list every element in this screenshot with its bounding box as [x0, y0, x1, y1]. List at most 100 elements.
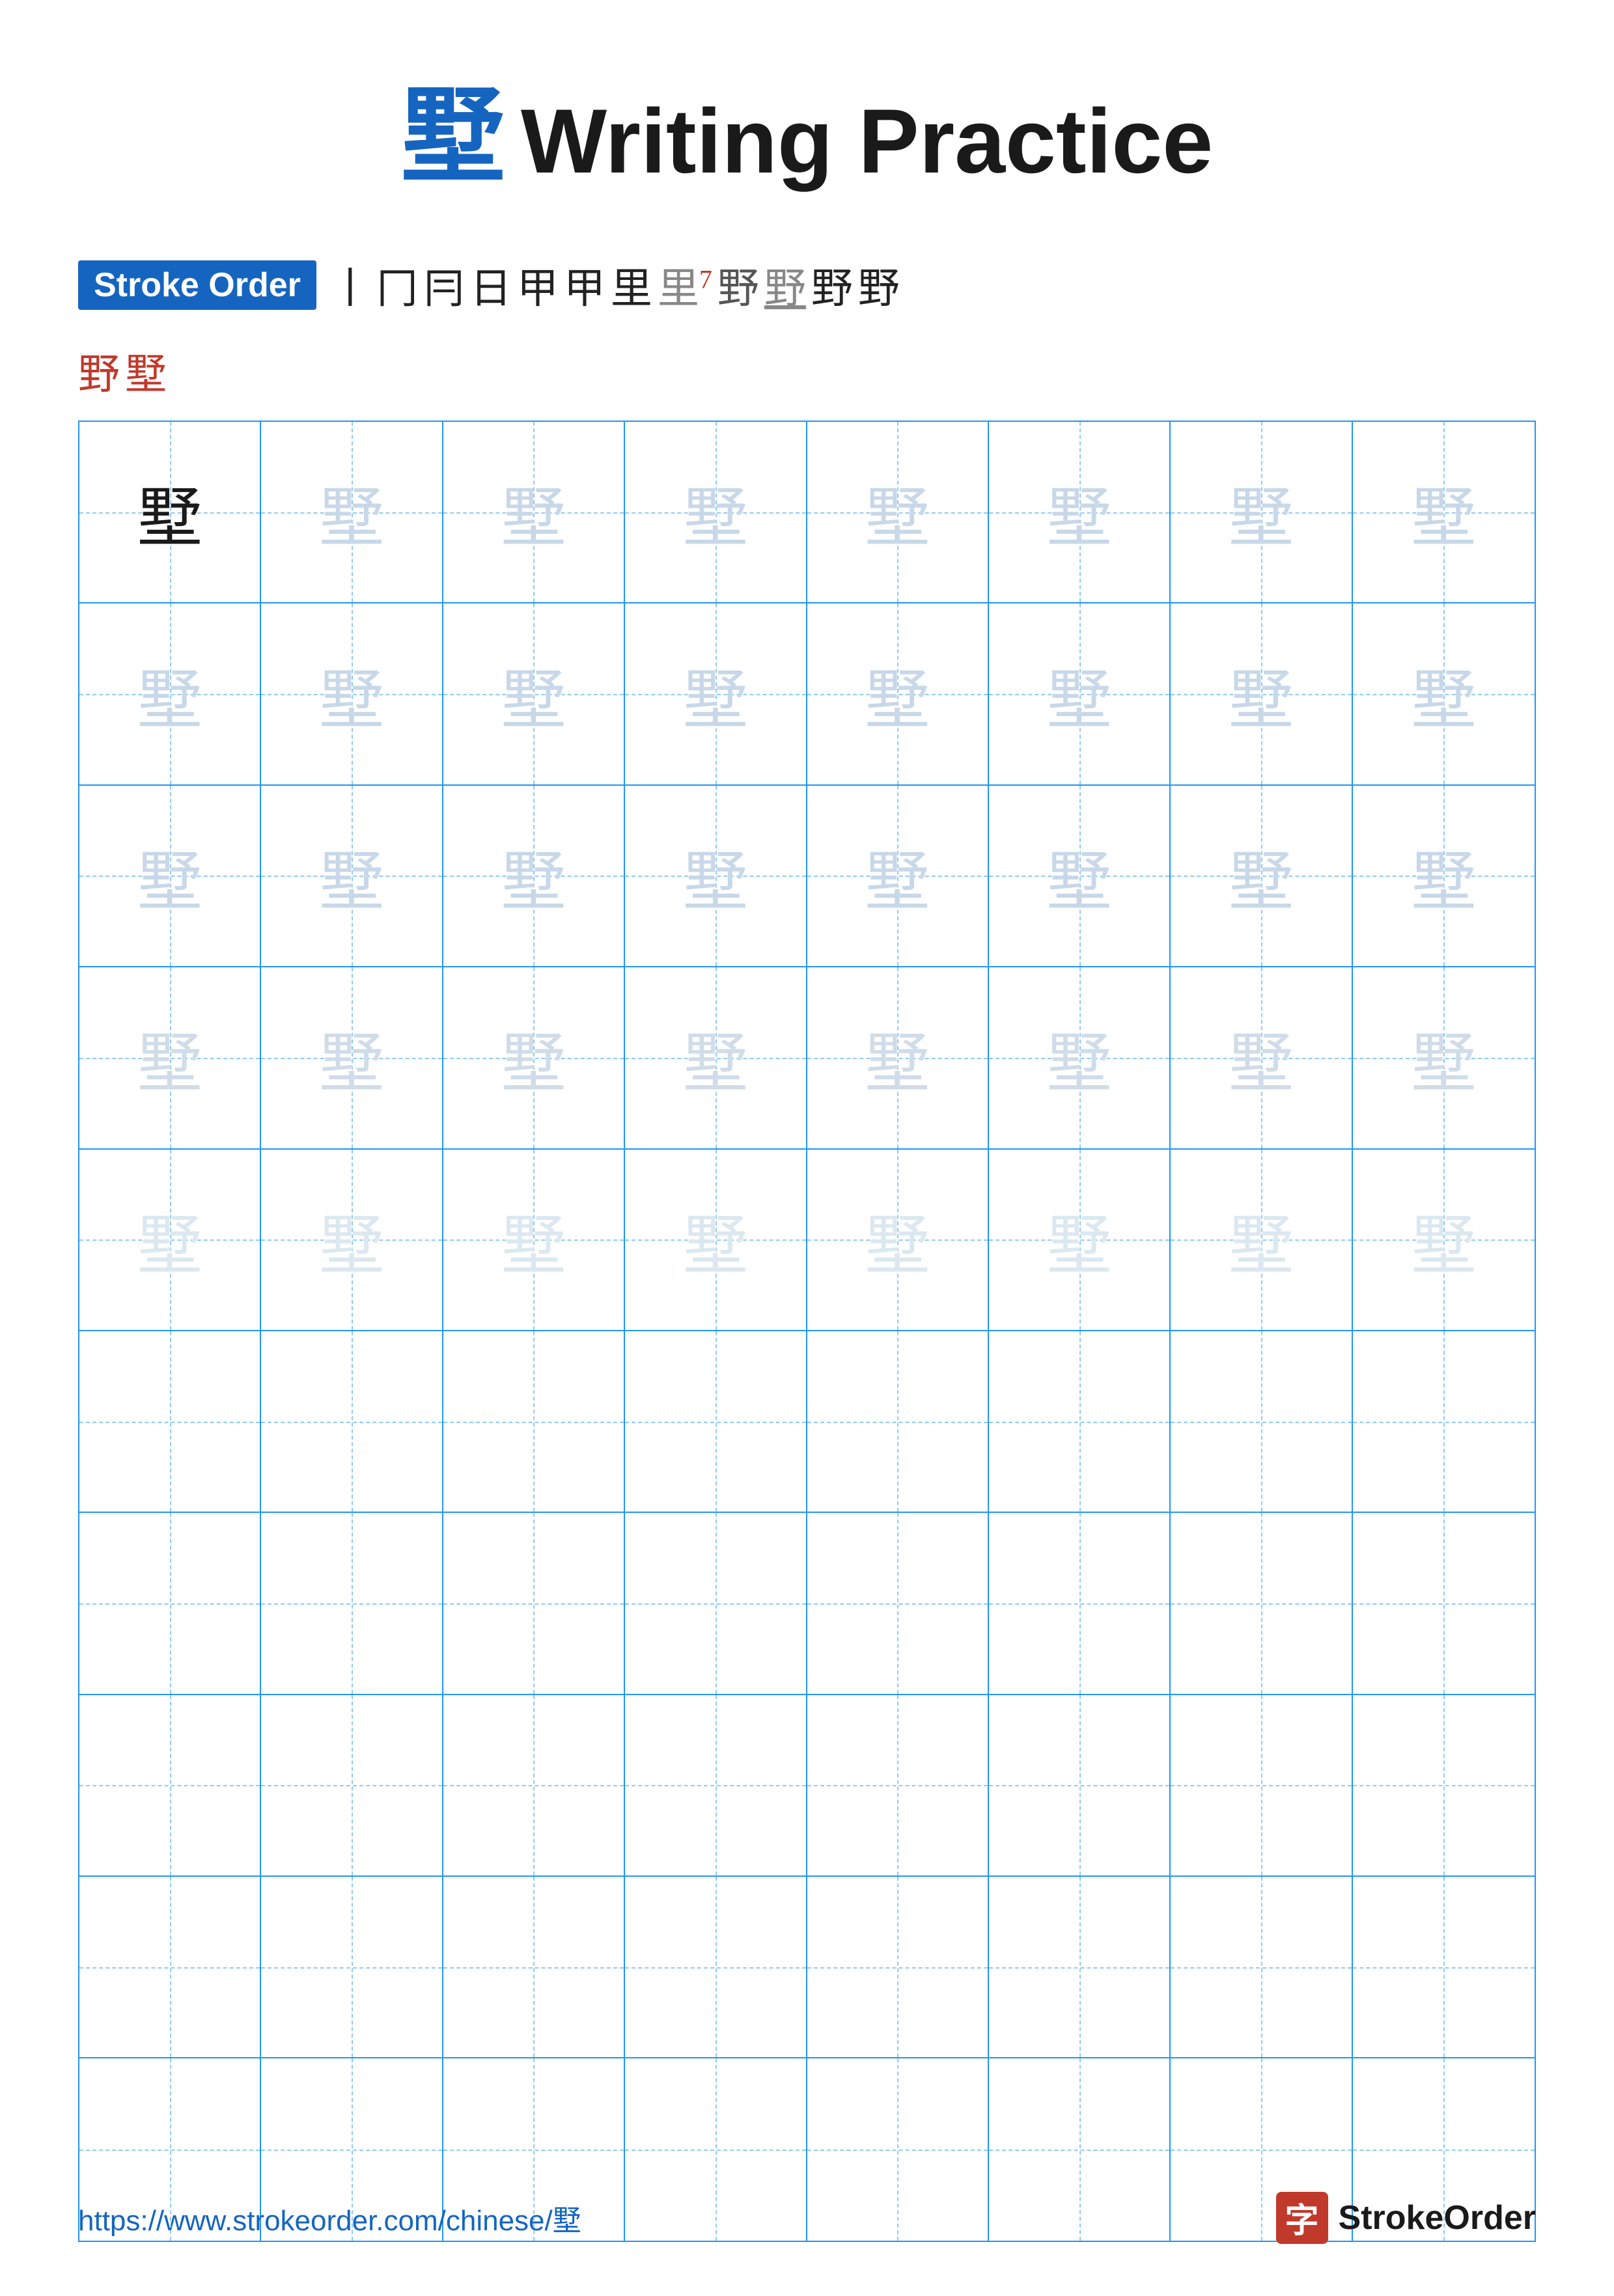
grid-cell-1-6[interactable]: 墅: [989, 422, 1171, 603]
grid-cell-9-6[interactable]: [989, 1877, 1171, 2058]
grid-cell-5-7[interactable]: 墅: [1171, 1150, 1352, 1331]
grid-row-9: [79, 1877, 1535, 2058]
practice-char: 墅: [1047, 1193, 1112, 1287]
grid-row-2: 墅 墅 墅 墅 墅 墅 墅 墅: [79, 603, 1535, 785]
grid-cell-8-8[interactable]: [1353, 1695, 1535, 1877]
grid-cell-5-5[interactable]: 墅: [807, 1150, 989, 1331]
grid-cell-4-2[interactable]: 墅: [261, 967, 443, 1149]
grid-cell-2-6[interactable]: 墅: [989, 603, 1171, 785]
grid-cell-8-4[interactable]: [625, 1695, 807, 1877]
grid-cell-3-3[interactable]: 墅: [443, 786, 625, 967]
grid-cell-9-8[interactable]: [1353, 1877, 1535, 2058]
grid-cell-7-2[interactable]: [261, 1513, 443, 1694]
grid-cell-6-2[interactable]: [261, 1331, 443, 1513]
grid-cell-4-3[interactable]: 墅: [443, 967, 625, 1149]
grid-cell-7-6[interactable]: [989, 1513, 1171, 1694]
grid-cell-4-5[interactable]: 墅: [807, 967, 989, 1149]
practice-char: 墅: [501, 1193, 566, 1287]
grid-cell-9-5[interactable]: [807, 1877, 989, 2058]
stroke-chars-line1: 丨 冂 冃 日 甲 甲 里 里7 野 野 野 野: [329, 255, 900, 315]
grid-cell-9-4[interactable]: [625, 1877, 807, 2058]
grid-cell-8-5[interactable]: [807, 1695, 989, 1877]
grid-cell-8-3[interactable]: [443, 1695, 625, 1877]
stroke-char-11: 野: [811, 255, 853, 315]
grid-cell-9-1[interactable]: [79, 1877, 261, 2058]
grid-row-7: [79, 1513, 1535, 1694]
grid-cell-9-2[interactable]: [261, 1877, 443, 2058]
stroke-char-2: 冂: [376, 255, 418, 315]
grid-cell-1-3[interactable]: 墅: [443, 422, 625, 603]
grid-cell-2-2[interactable]: 墅: [261, 603, 443, 785]
stroke-order-section: Stroke Order 丨 冂 冃 日 甲 甲 里 里7 野 野 野 野: [78, 255, 1536, 315]
grid-cell-3-4[interactable]: 墅: [625, 786, 807, 967]
practice-char: 墅: [1229, 829, 1294, 923]
grid-cell-1-8[interactable]: 墅: [1353, 422, 1535, 603]
grid-cell-2-5[interactable]: 墅: [807, 603, 989, 785]
grid-cell-5-3[interactable]: 墅: [443, 1150, 625, 1331]
grid-cell-2-4[interactable]: 墅: [625, 603, 807, 785]
grid-cell-4-6[interactable]: 墅: [989, 967, 1171, 1149]
grid-cell-5-4[interactable]: 墅: [625, 1150, 807, 1331]
practice-char: 墅: [1229, 647, 1294, 741]
grid-cell-2-1[interactable]: 墅: [79, 603, 261, 785]
grid-cell-7-8[interactable]: [1353, 1513, 1535, 1694]
grid-cell-6-6[interactable]: [989, 1331, 1171, 1513]
grid-cell-1-7[interactable]: 墅: [1171, 422, 1352, 603]
practice-char: 墅: [1047, 1010, 1112, 1105]
stroke-char-5: 甲: [517, 255, 559, 315]
grid-cell-4-1[interactable]: 墅: [79, 967, 261, 1149]
stroke-char-9: 野: [717, 255, 759, 315]
grid-cell-3-6[interactable]: 墅: [989, 786, 1171, 967]
grid-cell-7-1[interactable]: [79, 1513, 261, 1694]
grid-cell-6-3[interactable]: [443, 1331, 625, 1513]
grid-cell-1-1[interactable]: 墅: [79, 422, 261, 603]
grid-cell-6-8[interactable]: [1353, 1331, 1535, 1513]
grid-cell-1-4[interactable]: 墅: [625, 422, 807, 603]
grid-cell-6-7[interactable]: [1171, 1331, 1352, 1513]
grid-cell-4-4[interactable]: 墅: [625, 967, 807, 1149]
grid-cell-9-3[interactable]: [443, 1877, 625, 2058]
footer-url[interactable]: https://www.strokeorder.com/chinese/墅: [78, 2197, 581, 2239]
grid-cell-2-3[interactable]: 墅: [443, 603, 625, 785]
stroke-order-badge: Stroke Order: [78, 260, 316, 310]
grid-cell-8-6[interactable]: [989, 1695, 1171, 1877]
practice-char: 墅: [501, 1010, 566, 1105]
practice-char: 墅: [319, 1010, 384, 1105]
grid-cell-2-7[interactable]: 墅: [1171, 603, 1352, 785]
grid-cell-6-4[interactable]: [625, 1331, 807, 1513]
grid-cell-6-1[interactable]: [79, 1331, 261, 1513]
practice-char: 墅: [137, 1193, 202, 1287]
grid-cell-6-5[interactable]: [807, 1331, 989, 1513]
grid-cell-9-7[interactable]: [1171, 1877, 1352, 2058]
grid-cell-7-3[interactable]: [443, 1513, 625, 1694]
stroke-chars-line2: 野 墅: [78, 341, 1536, 401]
grid-cell-3-1[interactable]: 墅: [79, 786, 261, 967]
practice-char: 墅: [319, 465, 384, 559]
stroke-char-13: 野: [78, 341, 120, 401]
grid-cell-3-5[interactable]: 墅: [807, 786, 989, 967]
practice-char: 墅: [137, 829, 202, 923]
grid-cell-4-8[interactable]: 墅: [1353, 967, 1535, 1149]
grid-cell-5-6[interactable]: 墅: [989, 1150, 1171, 1331]
grid-cell-5-2[interactable]: 墅: [261, 1150, 443, 1331]
grid-cell-7-4[interactable]: [625, 1513, 807, 1694]
practice-char: 墅: [1411, 829, 1476, 923]
grid-cell-2-8[interactable]: 墅: [1353, 603, 1535, 785]
practice-char: 墅: [319, 1193, 384, 1287]
grid-cell-3-7[interactable]: 墅: [1171, 786, 1352, 967]
grid-cell-8-2[interactable]: [261, 1695, 443, 1877]
grid-cell-3-2[interactable]: 墅: [261, 786, 443, 967]
grid-cell-7-7[interactable]: [1171, 1513, 1352, 1694]
stroke-char-10: 野: [764, 255, 806, 315]
grid-cell-3-8[interactable]: 墅: [1353, 786, 1535, 967]
grid-cell-1-5[interactable]: 墅: [807, 422, 989, 603]
grid-cell-4-7[interactable]: 墅: [1171, 967, 1352, 1149]
grid-cell-5-8[interactable]: 墅: [1353, 1150, 1535, 1331]
practice-char: 墅: [683, 647, 748, 741]
grid-cell-8-1[interactable]: [79, 1695, 261, 1877]
grid-cell-5-1[interactable]: 墅: [79, 1150, 261, 1331]
grid-cell-8-7[interactable]: [1171, 1695, 1352, 1877]
grid-cell-7-5[interactable]: [807, 1513, 989, 1694]
grid-cell-1-2[interactable]: 墅: [261, 422, 443, 603]
practice-char: 墅: [1229, 1010, 1294, 1105]
